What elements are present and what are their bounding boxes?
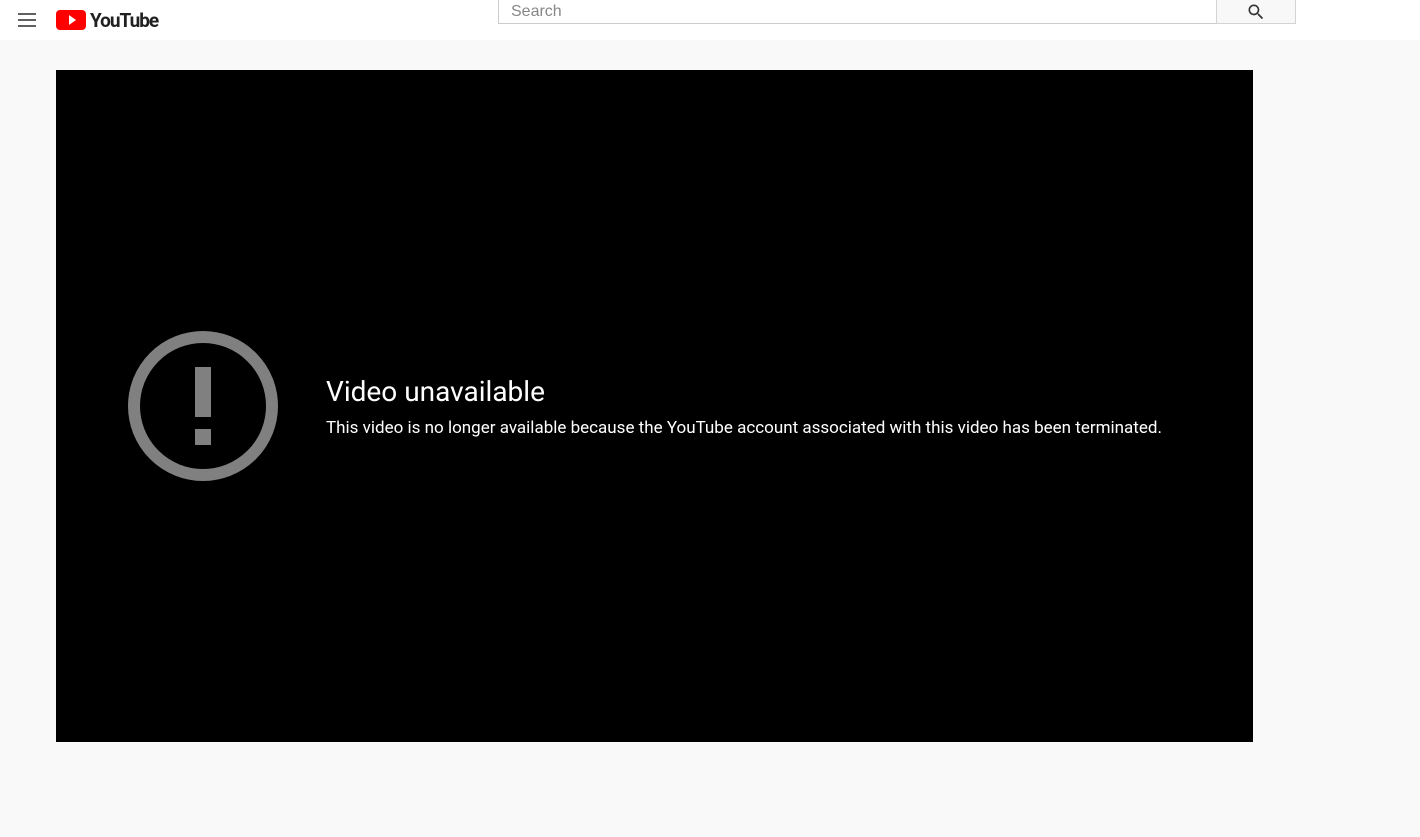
search-icon: [1246, 2, 1266, 22]
search-input[interactable]: [498, 0, 1216, 24]
hamburger-line: [18, 19, 36, 21]
exclamation-bar: [195, 367, 211, 417]
youtube-logo[interactable]: YouTube: [56, 9, 158, 32]
youtube-logo-text: YouTube: [90, 9, 158, 32]
hamburger-line: [18, 25, 36, 27]
hamburger-menu-button[interactable]: [16, 8, 40, 32]
play-triangle-icon: [69, 15, 76, 25]
search-container: [498, 0, 1296, 24]
video-player: Video unavailable This video is no longe…: [56, 70, 1253, 742]
hamburger-line: [18, 13, 36, 15]
search-button[interactable]: [1216, 0, 1296, 24]
youtube-play-icon: [56, 10, 86, 30]
error-text-container: Video unavailable This video is no longe…: [326, 375, 1162, 438]
exclamation-circle-icon: [128, 331, 278, 481]
header: YouTube: [0, 0, 1420, 40]
error-message: This video is no longer available becaus…: [326, 418, 1162, 438]
error-title: Video unavailable: [326, 375, 1162, 408]
exclamation-dot: [195, 429, 211, 445]
error-content: Video unavailable This video is no longe…: [128, 331, 1162, 481]
content-area: Video unavailable This video is no longe…: [0, 40, 1420, 742]
